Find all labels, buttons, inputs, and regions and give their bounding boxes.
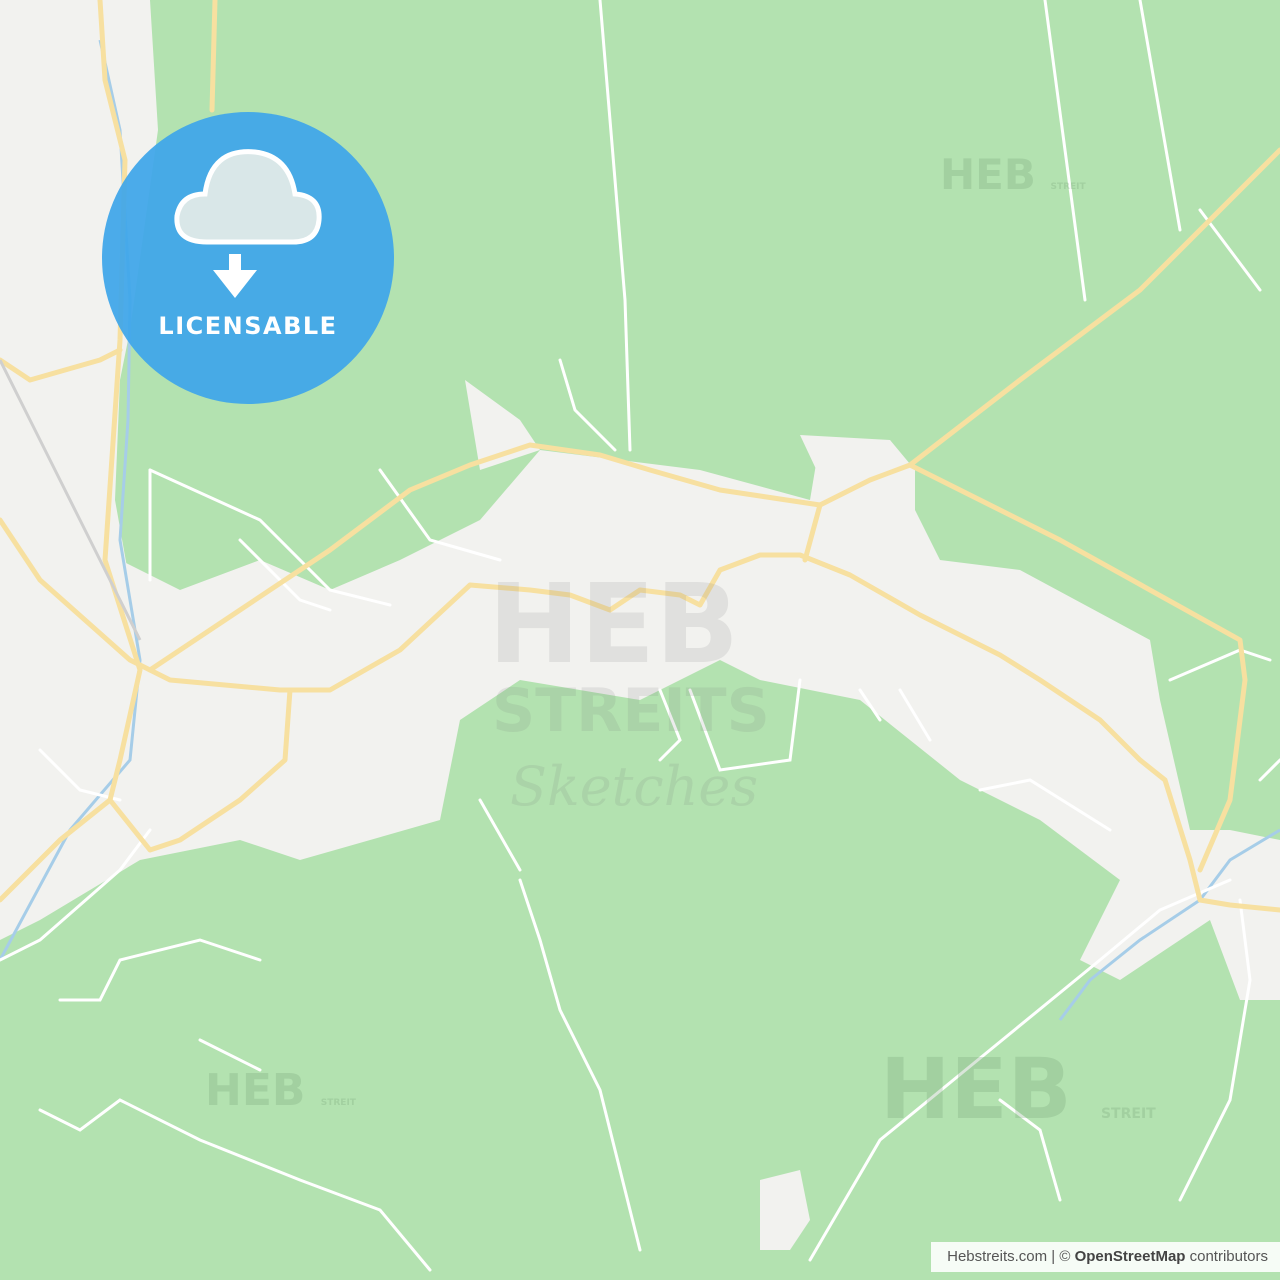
watermark-center-heb: HEB [488, 560, 740, 688]
cloud-download-icon [174, 149, 322, 298]
map-attribution: Hebstreits.com | © OpenStreetMap contrib… [931, 1242, 1280, 1272]
watermark-brand-sub: STREIT [1050, 182, 1086, 192]
watermark-brand-text: HEB [880, 1040, 1072, 1138]
attribution-site-link[interactable]: Hebstreits.com [947, 1248, 1047, 1265]
licensable-badge[interactable]: LICENSABLE [102, 112, 394, 404]
attribution-osm-link[interactable]: OpenStreetMap [1075, 1248, 1186, 1265]
watermark-brand-bottom-right: HEB STREIT [880, 1040, 1156, 1138]
watermark-brand-sub: STREIT [320, 1098, 356, 1108]
watermark-brand-text: HEB [205, 1065, 306, 1116]
watermark-center-streits: STREITS [492, 676, 770, 746]
watermark-center-script: Sketches [510, 755, 759, 818]
watermark-brand-bottom-left: HEB STREIT [205, 1065, 356, 1116]
attribution-separator: | © [1047, 1248, 1075, 1265]
watermark-brand-sub: STREIT [1100, 1106, 1156, 1122]
licensable-label: LICENSABLE [158, 312, 338, 340]
attribution-suffix: contributors [1185, 1248, 1268, 1265]
watermark-brand-text: HEB [940, 150, 1036, 199]
watermark-brand-top-right: HEB STREIT [940, 150, 1086, 199]
